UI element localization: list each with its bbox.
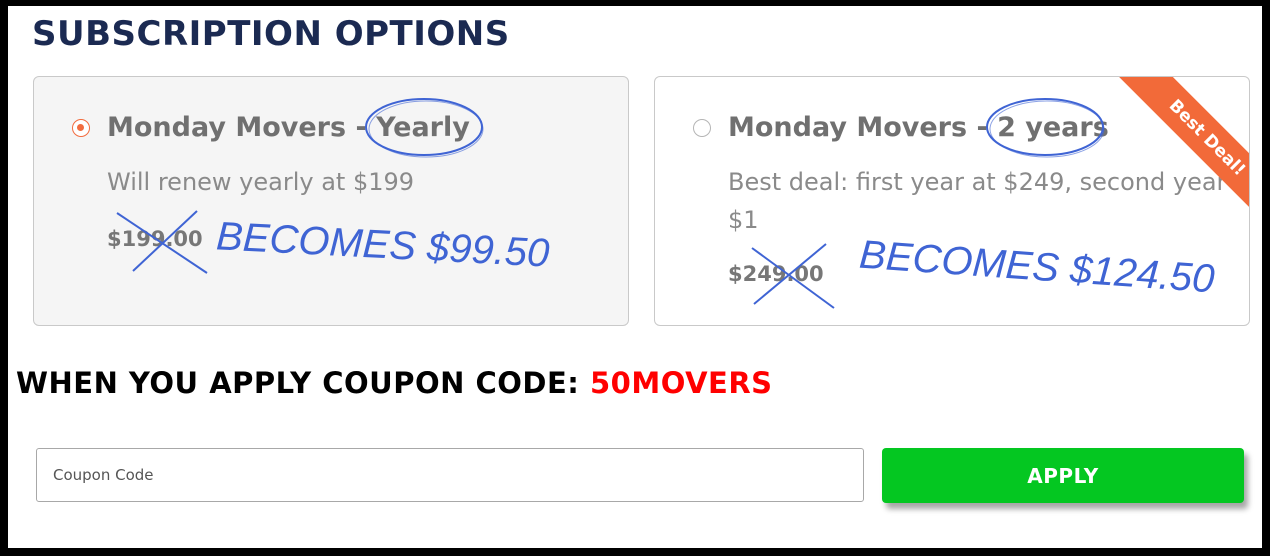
coupon-headline-text: WHEN YOU APPLY COUPON CODE: [16,366,590,400]
plan-yearly-name-prefix: Monday Movers - [107,112,377,143]
best-deal-ribbon: Best Deal! [1089,77,1249,237]
subscription-panel: SUBSCRIPTION OPTIONS Monday Movers - Yea… [8,6,1262,548]
hand-drawn-circle-icon [365,98,484,158]
plan-2-years-name: Monday Movers - 2 years [728,98,1109,158]
plan-2-years-name-prefix: Monday Movers - [728,112,998,143]
plan-yearly-old-price: $199.00 [107,210,208,274]
plan-card-2-years[interactable]: Monday Movers - 2 years Best deal: first… [654,76,1250,326]
strike-cross-icon [116,210,208,274]
plan-yearly-annotation: BECOMES $99.50 [215,214,551,276]
strike-cross-icon [751,243,835,309]
page-title: SUBSCRIPTION OPTIONS [32,14,510,54]
plan-2-years-annotation: BECOMES $124.50 [857,232,1216,302]
plan-2-years-radio[interactable] [693,119,711,137]
coupon-code-input[interactable] [36,448,864,502]
apply-button[interactable]: APPLY [882,448,1244,503]
coupon-code-highlight: 50MOVERS [589,366,773,400]
plan-yearly-name: Monday Movers - Yearly [107,98,484,158]
plan-yearly-description: Will renew yearly at $199 [107,168,415,196]
plan-card-yearly[interactable]: Monday Movers - Yearly Will renew yearly… [33,76,629,326]
coupon-headline: WHEN YOU APPLY COUPON CODE: 50MOVERS [16,366,773,400]
plan-2-years-old-price: $249.00 [728,243,835,309]
plan-yearly-term: Yearly [365,98,484,158]
plan-yearly-radio[interactable] [72,119,90,137]
best-deal-ribbon-label: Best Deal! [1115,77,1249,230]
